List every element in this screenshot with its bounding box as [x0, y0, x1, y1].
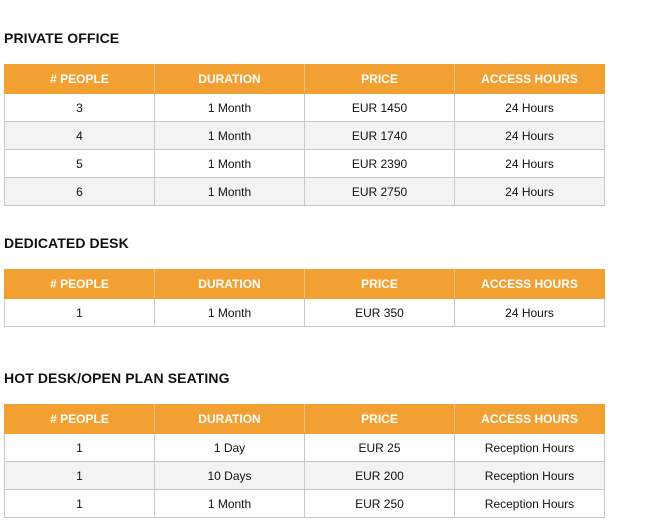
table-row: 1 1 Day EUR 25 Reception Hours	[4, 433, 605, 462]
table-row: 5 1 Month EUR 2390 24 Hours	[4, 149, 605, 178]
cell-people: 6	[4, 177, 155, 206]
cell-duration: 1 Month	[154, 489, 305, 518]
column-header-people: # PEOPLE	[4, 404, 155, 434]
cell-access-hours: 24 Hours	[454, 298, 605, 327]
cell-price: EUR 1740	[304, 121, 455, 150]
cell-duration: 1 Day	[154, 433, 305, 462]
cell-duration: 1 Month	[154, 298, 305, 327]
section-title: HOT DESK/OPEN PLAN SEATING	[4, 370, 230, 386]
column-header-access-hours: ACCESS HOURS	[454, 404, 605, 434]
cell-price: EUR 2750	[304, 177, 455, 206]
table-row: 1 1 Month EUR 350 24 Hours	[4, 298, 605, 327]
cell-duration: 1 Month	[154, 149, 305, 178]
column-header-price: PRICE	[304, 64, 455, 94]
table-header-row: # PEOPLE DURATION PRICE ACCESS HOURS	[4, 269, 605, 299]
table-row: 6 1 Month EUR 2750 24 Hours	[4, 177, 605, 206]
section-hot-desk: HOT DESK/OPEN PLAN SEATING # PEOPLE DURA…	[4, 368, 605, 518]
pricing-table-hot-desk: # PEOPLE DURATION PRICE ACCESS HOURS 1 1…	[4, 404, 605, 518]
cell-price: EUR 200	[304, 461, 455, 490]
cell-people: 3	[4, 93, 155, 122]
cell-access-hours: 24 Hours	[454, 121, 605, 150]
table-row: 4 1 Month EUR 1740 24 Hours	[4, 121, 605, 150]
section-title: PRIVATE OFFICE	[4, 30, 120, 46]
cell-access-hours: Reception Hours	[454, 489, 605, 518]
cell-access-hours: 24 Hours	[454, 149, 605, 178]
column-header-price: PRICE	[304, 269, 455, 299]
cell-duration: 1 Month	[154, 93, 305, 122]
cell-price: EUR 350	[304, 298, 455, 327]
table-header-row: # PEOPLE DURATION PRICE ACCESS HOURS	[4, 64, 605, 94]
cell-price: EUR 25	[304, 433, 455, 462]
table-row: 1 1 Month EUR 250 Reception Hours	[4, 489, 605, 518]
cell-access-hours: Reception Hours	[454, 433, 605, 462]
column-header-duration: DURATION	[154, 64, 305, 94]
cell-access-hours: 24 Hours	[454, 177, 605, 206]
cell-duration: 1 Month	[154, 121, 305, 150]
table-row: 3 1 Month EUR 1450 24 Hours	[4, 93, 605, 122]
cell-price: EUR 250	[304, 489, 455, 518]
cell-people: 1	[4, 298, 155, 327]
cell-duration: 10 Days	[154, 461, 305, 490]
pricing-table-private-office: # PEOPLE DURATION PRICE ACCESS HOURS 3 1…	[4, 64, 605, 206]
cell-price: EUR 2390	[304, 149, 455, 178]
cell-price: EUR 1450	[304, 93, 455, 122]
cell-people: 1	[4, 489, 155, 518]
cell-people: 4	[4, 121, 155, 150]
column-header-people: # PEOPLE	[4, 64, 155, 94]
column-header-price: PRICE	[304, 404, 455, 434]
column-header-access-hours: ACCESS HOURS	[454, 64, 605, 94]
cell-access-hours: Reception Hours	[454, 461, 605, 490]
table-row: 1 10 Days EUR 200 Reception Hours	[4, 461, 605, 490]
section-dedicated-desk: DEDICATED DESK # PEOPLE DURATION PRICE A…	[4, 233, 605, 327]
pricing-table-dedicated-desk: # PEOPLE DURATION PRICE ACCESS HOURS 1 1…	[4, 269, 605, 327]
column-header-people: # PEOPLE	[4, 269, 155, 299]
table-header-row: # PEOPLE DURATION PRICE ACCESS HOURS	[4, 404, 605, 434]
cell-duration: 1 Month	[154, 177, 305, 206]
column-header-duration: DURATION	[154, 404, 305, 434]
section-private-office: PRIVATE OFFICE # PEOPLE DURATION PRICE A…	[4, 28, 605, 206]
column-header-access-hours: ACCESS HOURS	[454, 269, 605, 299]
column-header-duration: DURATION	[154, 269, 305, 299]
cell-access-hours: 24 Hours	[454, 93, 605, 122]
cell-people: 1	[4, 461, 155, 490]
cell-people: 1	[4, 433, 155, 462]
section-title: DEDICATED DESK	[4, 235, 129, 251]
cell-people: 5	[4, 149, 155, 178]
